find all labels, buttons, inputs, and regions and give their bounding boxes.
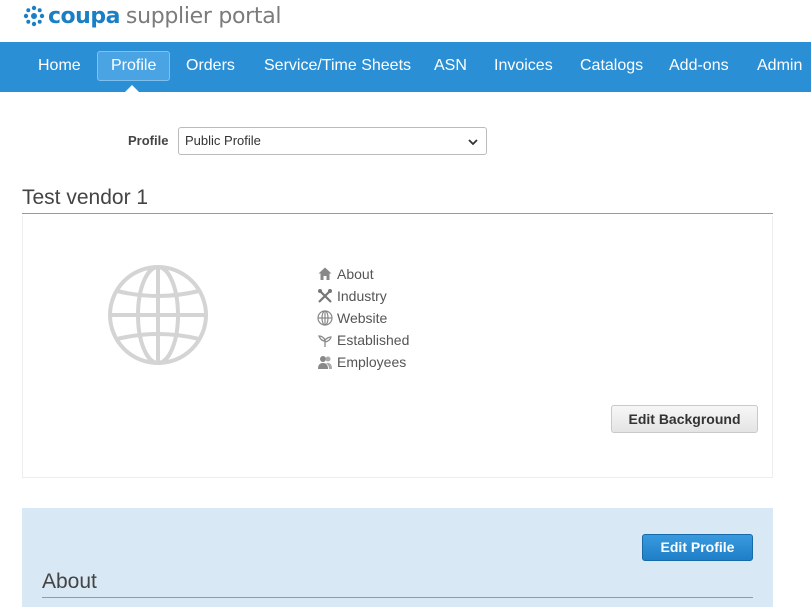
chevron-down-icon — [468, 139, 478, 146]
fact-about: About — [317, 263, 409, 285]
profile-facts: About Industry Website Established Emplo… — [317, 263, 409, 373]
title-divider — [22, 213, 773, 214]
nav-orders[interactable]: Orders — [173, 51, 248, 81]
fact-employees: Employees — [317, 351, 409, 373]
nav-home[interactable]: Home — [25, 51, 94, 81]
nav-service-time-sheets[interactable]: Service/Time Sheets — [251, 51, 424, 81]
globe-placeholder-icon — [108, 265, 208, 365]
portal-name: supplier portal — [125, 3, 282, 29]
vendor-name: Test vendor 1 — [22, 186, 149, 209]
fact-employees-label: Employees — [337, 354, 407, 370]
profile-select[interactable]: Public Profile — [178, 127, 487, 155]
globe-icon — [317, 310, 333, 326]
fact-website-label: Website — [337, 310, 388, 326]
nav-catalogs[interactable]: Catalogs — [567, 51, 656, 81]
sprout-icon — [318, 335, 332, 347]
profile-select-label: Profile — [128, 133, 169, 148]
people-icon — [318, 356, 332, 369]
nav-asn[interactable]: ASN — [421, 51, 480, 81]
edit-background-button[interactable]: Edit Background — [611, 405, 758, 433]
edit-profile-button[interactable]: Edit Profile — [642, 534, 753, 561]
wrench-icon — [318, 289, 332, 303]
active-tab-caret — [124, 85, 140, 93]
nav-profile[interactable]: Profile — [97, 51, 171, 81]
main-nav: Home Profile Orders Service/Time Sheets … — [0, 42, 811, 92]
fact-established: Established — [317, 329, 409, 351]
about-divider — [42, 597, 753, 598]
fact-website: Website — [317, 307, 409, 329]
fact-industry: Industry — [317, 285, 409, 307]
coupa-logo-icon — [23, 5, 45, 27]
home-icon — [318, 267, 332, 280]
header: coupa supplier portal — [0, 0, 811, 42]
fact-about-label: About — [337, 266, 374, 282]
nav-invoices[interactable]: Invoices — [481, 51, 566, 81]
brand-name: coupa — [48, 3, 120, 29]
coupa-logo[interactable]: coupa supplier portal — [22, 3, 282, 29]
nav-add-ons[interactable]: Add-ons — [656, 51, 742, 81]
fact-established-label: Established — [337, 332, 410, 348]
fact-industry-label: Industry — [337, 288, 387, 304]
about-title: About — [42, 570, 97, 593]
profile-select-value: Public Profile — [185, 133, 261, 148]
nav-admin[interactable]: Admin — [744, 51, 811, 81]
